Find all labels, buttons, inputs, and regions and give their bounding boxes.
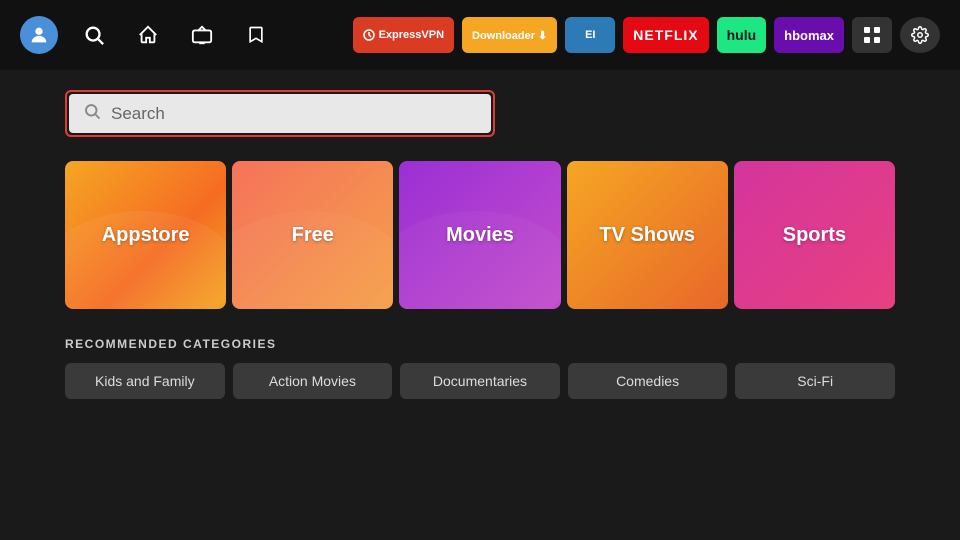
recommended-tags: Kids and Family Action Movies Documentar… <box>65 363 895 399</box>
hulu-button[interactable]: hulu <box>717 17 767 53</box>
home-icon[interactable] <box>130 17 166 53</box>
search-bar[interactable]: Search <box>69 94 491 133</box>
downloader-button[interactable]: Downloader ⬇ <box>462 17 557 53</box>
bookmark-icon[interactable] <box>238 17 274 53</box>
category-cards: Appstore Free Movies TV Shows Sports <box>65 161 895 309</box>
recommended-section: RECOMMENDED CATEGORIES Kids and Family A… <box>65 337 895 399</box>
settings-button[interactable] <box>900 17 940 53</box>
netflix-button[interactable]: NETFLIX <box>623 17 708 53</box>
expressvpn-button[interactable]: ExpressVPN <box>353 17 454 53</box>
recommended-title: RECOMMENDED CATEGORIES <box>65 337 895 351</box>
tag-comedies[interactable]: Comedies <box>568 363 728 399</box>
tag-scifi[interactable]: Sci-Fi <box>735 363 895 399</box>
user-avatar[interactable] <box>20 16 58 54</box>
tv-icon[interactable] <box>184 17 220 53</box>
tag-action-movies[interactable]: Action Movies <box>233 363 393 399</box>
category-card-movies[interactable]: Movies <box>399 161 560 309</box>
tag-documentaries[interactable]: Documentaries <box>400 363 560 399</box>
category-card-appstore[interactable]: Appstore <box>65 161 226 309</box>
search-container[interactable]: Search <box>65 90 495 137</box>
category-card-free[interactable]: Free <box>232 161 393 309</box>
category-card-tvshows[interactable]: TV Shows <box>567 161 728 309</box>
main-content: Search Appstore Free Movies TV Shows Spo… <box>0 70 960 419</box>
top-nav: ExpressVPN Downloader ⬇ EI NETFLIX hulu … <box>0 0 960 70</box>
grid-view-button[interactable] <box>852 17 892 53</box>
search-nav-icon[interactable] <box>76 17 112 53</box>
nav-left <box>20 16 353 54</box>
search-placeholder-text: Search <box>111 104 165 124</box>
nav-right: ExpressVPN Downloader ⬇ EI NETFLIX hulu … <box>353 17 940 53</box>
tag-kids-family[interactable]: Kids and Family <box>65 363 225 399</box>
ei-button[interactable]: EI <box>565 17 615 53</box>
category-card-sports[interactable]: Sports <box>734 161 895 309</box>
hbomax-button[interactable]: hbomax <box>774 17 844 53</box>
search-icon <box>83 102 101 125</box>
